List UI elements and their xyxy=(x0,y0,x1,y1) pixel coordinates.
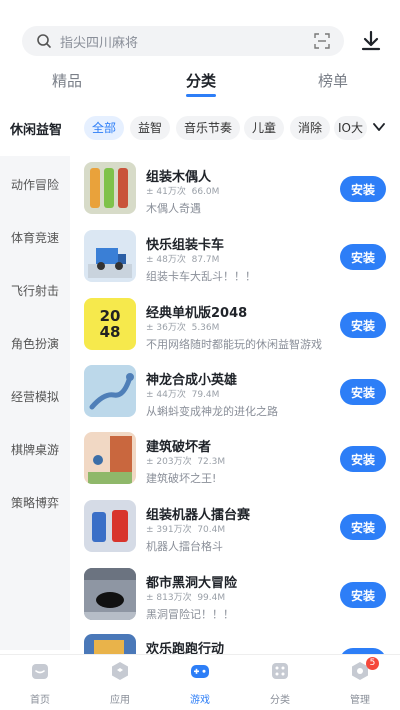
game-name[interactable]: 快乐组装卡车 xyxy=(146,234,224,253)
game-name[interactable]: 组装机器人擂台赛 xyxy=(146,504,250,523)
install-button[interactable]: 安装 xyxy=(340,244,386,270)
list-item[interactable]: 快乐组装卡车 ± 48万次 87.7M 组装卡车大乱斗！！！ 安装 xyxy=(84,230,394,286)
install-button[interactable]: 安装 xyxy=(340,379,386,405)
game-name[interactable]: 欢乐跑跑行动 xyxy=(146,638,224,654)
search-bar[interactable]: 指尖四川麻将 xyxy=(22,26,344,56)
install-button[interactable]: 安装 xyxy=(340,446,386,472)
install-button[interactable]: 安装 xyxy=(340,312,386,338)
notification-badge: 5 xyxy=(366,657,379,670)
list-item[interactable]: 都市黑洞大冒险 ± 813万次 99.4M 黑洞冒险记！！！ 安装 xyxy=(84,568,394,624)
nav-label: 分类 xyxy=(270,695,290,706)
game-desc: 木偶人奇遇 xyxy=(146,202,201,215)
game-meta: ± 203万次 72.3M xyxy=(146,457,226,467)
side-item-sports[interactable]: 体育竞速 xyxy=(0,229,70,246)
chip-io[interactable]: IO大 xyxy=(334,116,367,140)
game-thumbnail xyxy=(84,500,136,552)
scan-icon[interactable] xyxy=(314,33,330,49)
list-item[interactable]: 组装机器人擂台赛 ± 391万次 70.4M 机器人擂台格斗 安装 xyxy=(84,500,394,556)
nav-label: 首页 xyxy=(30,695,50,706)
chip-kids[interactable]: 儿童 xyxy=(244,116,285,140)
install-button[interactable]: 安装 xyxy=(340,582,386,608)
filter-row: 休闲益智 全部 益智 音乐节奏 儿童 消除 IO大 xyxy=(0,114,400,142)
game-name[interactable]: 组装木偶人 xyxy=(146,166,211,185)
game-meta: ± 813万次 99.4M xyxy=(146,593,226,603)
game-thumbnail xyxy=(84,230,136,282)
game-desc: 黑洞冒险记！！！ xyxy=(146,608,234,621)
nav-home[interactable]: 首页 xyxy=(10,661,70,706)
list-item[interactable]: 组装木偶人 ± 41万次 66.0M 木偶人奇遇 安装 xyxy=(84,162,394,218)
game-thumbnail: 20 48 xyxy=(84,298,136,350)
chip-match[interactable]: 消除 xyxy=(290,116,331,140)
nav-manage[interactable]: 5 管理 xyxy=(330,657,390,706)
apps-icon xyxy=(112,662,128,680)
side-item-board[interactable]: 棋牌桌游 xyxy=(0,441,70,458)
game-name[interactable]: 神龙合成小英雄 xyxy=(146,369,237,388)
home-icon xyxy=(32,664,48,679)
side-item-rpg[interactable]: 角色扮演 xyxy=(0,335,70,352)
side-item-action[interactable]: 动作冒险 xyxy=(0,176,70,193)
game-name[interactable]: 都市黑洞大冒险 xyxy=(146,572,237,591)
nav-label: 应用 xyxy=(110,695,130,706)
game-desc: 不用网络随时都能玩的休闲益智游戏 xyxy=(146,338,322,351)
search-input[interactable]: 指尖四川麻将 xyxy=(60,32,314,51)
side-item-simulation[interactable]: 经营模拟 xyxy=(0,388,70,405)
nav-label: 游戏 xyxy=(190,695,210,706)
nav-apps[interactable]: 应用 xyxy=(90,661,150,706)
bottom-nav: 首页 应用 游戏 分类 5 管理 xyxy=(0,654,400,710)
list-item[interactable]: 20 48 经典单机版2048 ± 36万次 5.36M 不用网络随时都能玩的休… xyxy=(84,298,394,354)
game-thumbnail xyxy=(84,432,136,484)
list-item[interactable]: 欢乐跑跑行动 xyxy=(84,634,394,654)
install-button[interactable]: 安装 xyxy=(340,176,386,202)
game-meta: ± 36万次 5.36M xyxy=(146,323,220,333)
download-icon[interactable] xyxy=(358,28,384,54)
install-button[interactable]: 安装 xyxy=(340,514,386,540)
tab-ranking[interactable]: 榜单 xyxy=(318,70,348,91)
chip-all[interactable]: 全部 xyxy=(84,116,125,140)
side-item-shooting[interactable]: 飞行射击 xyxy=(0,282,70,299)
search-icon xyxy=(37,34,51,48)
category-icon xyxy=(272,663,288,679)
nav-category[interactable]: 分类 xyxy=(250,661,310,706)
gamepad-icon xyxy=(191,665,209,678)
tab-category[interactable]: 分类 xyxy=(186,70,217,97)
game-thumbnail xyxy=(84,365,136,417)
game-desc: 从蝌蚪变成神龙的进化之路 xyxy=(146,405,278,418)
game-meta: ± 48万次 87.7M xyxy=(146,255,220,265)
list-item[interactable]: 建筑破坏者 ± 203万次 72.3M 建筑破坏之王! 安装 xyxy=(84,432,394,488)
game-meta: ± 44万次 79.4M xyxy=(146,390,220,400)
game-thumbnail xyxy=(84,162,136,214)
game-meta: ± 41万次 66.0M xyxy=(146,187,220,197)
game-thumbnail xyxy=(84,568,136,620)
chip-music[interactable]: 音乐节奏 xyxy=(176,116,241,140)
game-meta: ± 391万次 70.4M xyxy=(146,525,226,535)
game-desc: 组装卡车大乱斗！！！ xyxy=(146,270,256,283)
game-thumbnail xyxy=(84,634,136,654)
top-tabs: 精品 分类 榜单 xyxy=(0,70,400,97)
thumbnail-text: 20 48 xyxy=(99,307,121,341)
game-desc: 建筑破坏之王! xyxy=(146,472,217,485)
game-name[interactable]: 建筑破坏者 xyxy=(146,436,211,455)
tab-featured[interactable]: 精品 xyxy=(52,70,82,91)
chevron-down-icon[interactable] xyxy=(372,120,386,134)
game-name[interactable]: 经典单机版2048 xyxy=(146,302,247,321)
side-menu: 动作冒险 体育竞速 飞行射击 角色扮演 经营模拟 棋牌桌游 策略博弈 xyxy=(0,156,70,650)
side-item-strategy[interactable]: 策略博弈 xyxy=(0,494,70,511)
chip-puzzle[interactable]: 益智 xyxy=(130,116,171,140)
list-item[interactable]: 神龙合成小英雄 ± 44万次 79.4M 从蝌蚪变成神龙的进化之路 安装 xyxy=(84,365,394,421)
nav-label: 管理 xyxy=(350,695,370,706)
game-desc: 机器人擂台格斗 xyxy=(146,540,223,553)
nav-games[interactable]: 游戏 xyxy=(170,661,230,706)
category-title: 休闲益智 xyxy=(10,123,63,138)
